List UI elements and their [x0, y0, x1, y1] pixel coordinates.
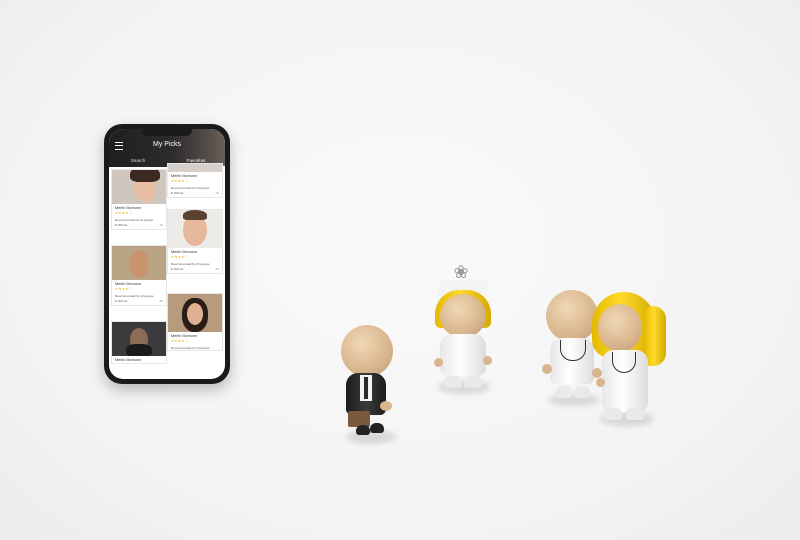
price-row: $ 190 /as ••• — [168, 190, 222, 197]
profile-name: Merlin Momunn — [171, 174, 198, 178]
profile-photo — [168, 294, 222, 332]
profile-name: Merlin Momunn — [171, 334, 198, 338]
more-dots-icon[interactable]: ••• — [215, 191, 219, 195]
recommended-text: Recommended by 10 people — [171, 186, 210, 190]
price-text: $ 190 /as — [171, 191, 184, 195]
profile-name: Merlin Momunn — [115, 282, 142, 286]
recommended-text: Recommended by 12 people — [115, 294, 154, 298]
phone-notch — [142, 129, 192, 136]
profile-card[interactable]: Merlin Momunn ★★★★☆ Recommended by 14 pe… — [167, 293, 223, 351]
profile-photo — [112, 246, 166, 280]
page-title: My Picks — [153, 141, 181, 148]
phone-mockup: My Picks Search Favorites Merlin Momunn … — [104, 124, 230, 384]
price-row: $ 180 /as ••• — [112, 222, 166, 229]
price-text: $ 180 /as — [115, 223, 128, 227]
profile-photo — [168, 210, 222, 248]
more-dots-icon[interactable]: ••• — [159, 223, 163, 227]
profile-card[interactable]: Merlin Momunn ★★★★☆ Recommended by 15 pe… — [167, 209, 223, 274]
profile-card[interactable]: Merlin Momunn ★★★★☆ Recommended by 11 pe… — [111, 169, 167, 230]
more-dots-icon[interactable]: ••• — [215, 267, 219, 271]
profile-card[interactable]: Merlin Momunn ★★★★☆ Recommended by 10 pe… — [167, 163, 223, 198]
recommended-text: Recommended by 15 people — [171, 262, 210, 266]
profile-name: Merlin Momunn — [115, 358, 142, 362]
profile-name: Merlin Momunn — [171, 250, 198, 254]
price-text: $ 180 /as — [115, 299, 128, 303]
price-row: $ 190 /as ••• — [168, 266, 222, 273]
businessman-figurine — [336, 325, 406, 450]
recommended-text: Recommended by 11 people — [115, 218, 154, 222]
price-row: $ 180 /as ••• — [112, 298, 166, 305]
profile-photo — [112, 322, 166, 356]
profile-photo — [112, 170, 166, 204]
more-dots-icon[interactable]: ••• — [159, 299, 163, 303]
profile-card[interactable]: Merlin Momunn ★★★★☆ Recommended by 12 pe… — [111, 245, 167, 306]
profile-photo — [168, 164, 222, 172]
nurse-figurine: ❀ — [430, 262, 496, 397]
profile-name: Merlin Momunn — [115, 206, 142, 210]
tab-search[interactable]: Search — [109, 155, 167, 167]
price-text: $ 190 /as — [171, 267, 184, 271]
profile-card[interactable]: Merlin Momunn — [111, 321, 167, 364]
recommended-text: Recommended by 14 people — [171, 346, 210, 350]
female-doctor-figurine — [590, 292, 670, 427]
phone-screen: My Picks Search Favorites Merlin Momunn … — [109, 129, 225, 379]
ornament-icon: ❀ — [453, 262, 469, 282]
